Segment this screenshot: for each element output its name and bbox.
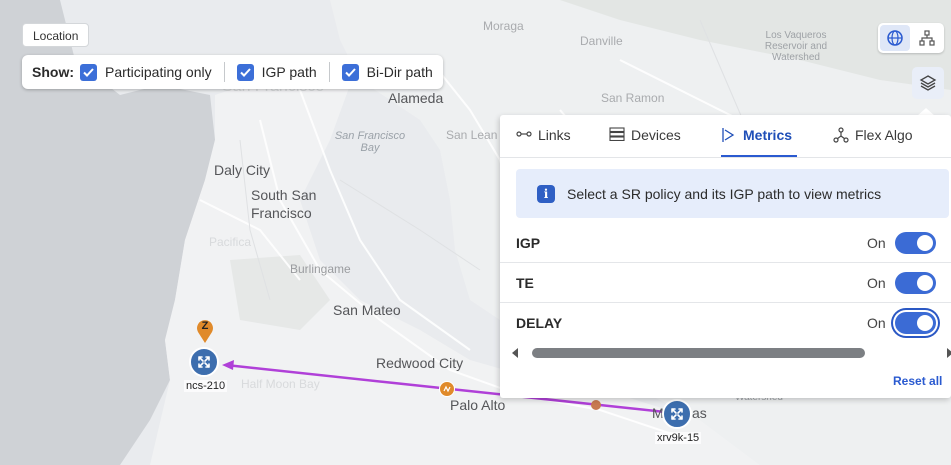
links-icon xyxy=(516,127,532,141)
checkbox-checked-icon xyxy=(236,63,254,81)
map-label-milpitas-b: as xyxy=(692,405,707,421)
participating-only-label: Participating only xyxy=(105,64,212,80)
scroll-right-icon[interactable] xyxy=(945,347,951,359)
scroll-left-icon[interactable] xyxy=(510,347,520,359)
igp-toggle[interactable] xyxy=(895,231,936,254)
metric-name: TE xyxy=(516,274,534,291)
tab-metrics-label: Metrics xyxy=(743,127,793,143)
show-filter-bar: Show: Participating only IGP path Bi-Dir… xyxy=(22,55,443,89)
map-label-los-vaqueros: Los Vaqueros Reservoir and Watershed xyxy=(764,30,828,63)
node-label-ncs-210: ncs-210 xyxy=(184,380,228,392)
metric-state: On xyxy=(867,234,886,251)
layers-button[interactable] xyxy=(912,67,944,99)
horizontal-scrollbar[interactable] xyxy=(508,347,951,359)
info-text: Select a SR policy and its IGP path to v… xyxy=(567,185,882,202)
geo-view-button[interactable] xyxy=(880,25,910,51)
tab-flex-algo-label: Flex Algo xyxy=(855,127,913,143)
igp-path-checkbox[interactable]: IGP path xyxy=(236,63,317,81)
map-label-south-sf: South San Francisco xyxy=(251,187,317,221)
map-label-palo-alto: Palo Alto xyxy=(450,397,506,413)
layers-icon xyxy=(919,75,937,91)
map-label-sf-bay: San Francisco Bay xyxy=(334,130,406,154)
topology-view-button[interactable] xyxy=(912,25,942,51)
te-toggle[interactable] xyxy=(895,271,936,294)
metrics-icon xyxy=(721,127,737,143)
tab-links-label: Links xyxy=(538,127,571,143)
reset-all-link[interactable]: Reset all xyxy=(893,374,942,388)
map-label-half-moon-bay: Half Moon Bay xyxy=(241,377,320,391)
location-marker-z[interactable]: Z xyxy=(195,318,215,344)
metric-state: On xyxy=(867,274,886,291)
show-label: Show: xyxy=(32,64,74,80)
metric-state: On xyxy=(867,315,886,331)
map-label-san-ramon: San Ramon xyxy=(601,91,665,105)
tab-metrics[interactable]: Metrics xyxy=(721,127,797,157)
scroll-thumb[interactable] xyxy=(532,348,865,358)
node-label-xrv9k-15: xrv9k-15 xyxy=(655,432,702,444)
info-icon: i xyxy=(537,184,555,203)
checkbox-checked-icon xyxy=(80,63,97,81)
bi-dir-path-label: Bi-Dir path xyxy=(366,64,433,80)
devices-icon xyxy=(609,127,625,141)
map-label-pacifica: Pacifica xyxy=(209,235,252,249)
map-label-danville: Danville xyxy=(580,34,623,48)
metric-row-igp: IGP On xyxy=(500,223,951,263)
map-label-moraga: Moraga xyxy=(483,19,524,33)
layers-panel: Links Devices Metrics Flex Algo i Select… xyxy=(500,115,951,398)
router-icon xyxy=(198,356,210,368)
bi-dir-path-checkbox[interactable]: Bi-Dir path xyxy=(341,63,433,81)
path-midpoint-icon[interactable] xyxy=(439,381,455,397)
checkbox-checked-icon xyxy=(341,63,359,81)
router-node-ncs-210[interactable] xyxy=(189,347,219,377)
location-button[interactable]: Location xyxy=(22,23,90,47)
panel-tabs: Links Devices Metrics Flex Algo xyxy=(500,115,951,158)
tab-links[interactable]: Links xyxy=(516,127,571,157)
map-label-san-leandro: San Lean xyxy=(446,128,498,142)
globe-icon xyxy=(887,30,903,46)
metric-name: DELAY xyxy=(516,315,563,331)
map-label-san-mateo: San Mateo xyxy=(333,302,401,318)
tab-devices-label: Devices xyxy=(631,127,681,143)
map-label-alameda: Alameda xyxy=(388,90,444,106)
map-label-daly-city: Daly City xyxy=(214,162,271,178)
tab-devices[interactable]: Devices xyxy=(609,127,681,157)
divider xyxy=(223,62,225,82)
map-label-burlingame: Burlingame xyxy=(290,262,351,276)
metric-row-te: TE On xyxy=(500,263,951,303)
router-node-xrv9k-15[interactable] xyxy=(662,399,692,429)
marker-letter: Z xyxy=(201,320,209,332)
tab-flex-algo[interactable]: Flex Algo xyxy=(833,127,913,157)
flex-algo-icon xyxy=(833,127,849,143)
router-icon xyxy=(671,408,683,420)
delay-toggle[interactable] xyxy=(895,312,936,334)
info-banner: i Select a SR policy and its IGP path to… xyxy=(516,169,949,218)
divider xyxy=(328,62,330,82)
map-label-redwood-city: Redwood City xyxy=(376,355,464,371)
path-waypoint xyxy=(591,400,601,410)
igp-path-label: IGP path xyxy=(261,64,317,80)
view-toggle xyxy=(878,23,944,53)
metric-row-delay: DELAY On xyxy=(500,303,951,343)
topology-icon xyxy=(919,30,935,46)
participating-only-checkbox[interactable]: Participating only xyxy=(80,63,212,81)
metric-name: IGP xyxy=(516,234,541,251)
